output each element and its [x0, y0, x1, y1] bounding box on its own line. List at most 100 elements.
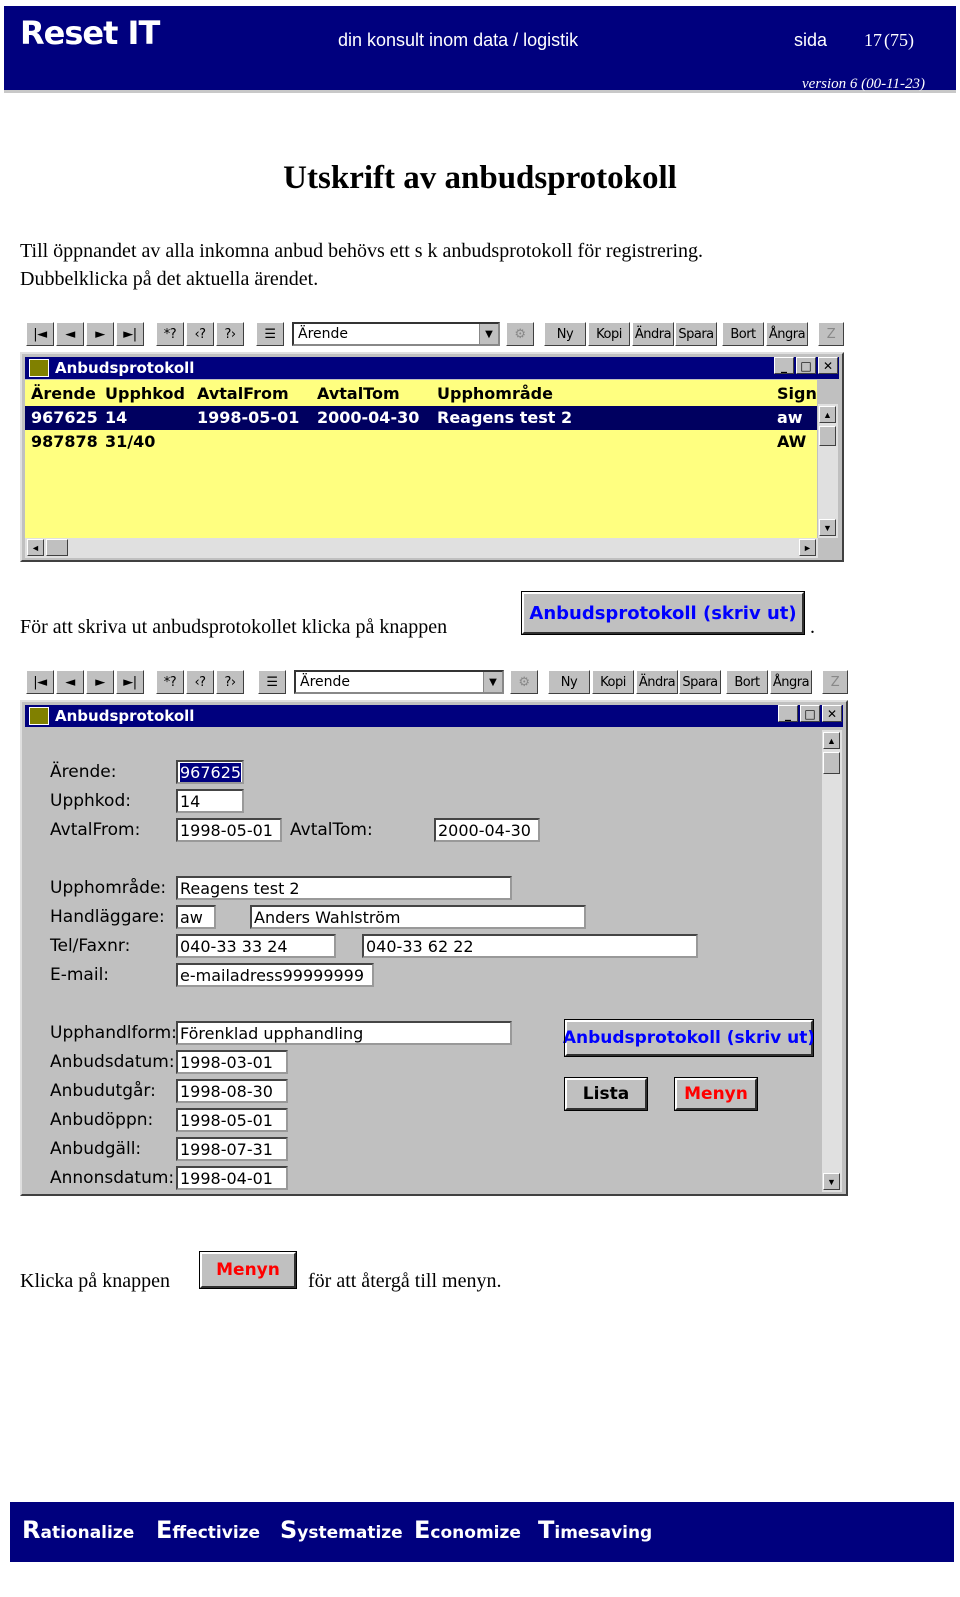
query-prev-button[interactable]: ‹?	[186, 322, 214, 346]
maximize-icon[interactable]: □	[800, 705, 820, 722]
bottom-text-after: för att återgå till menyn.	[308, 1270, 502, 1292]
col-header[interactable]: Ärende	[31, 384, 96, 403]
tel-field[interactable]: 040-33 33 24	[176, 934, 336, 958]
label-upphkod: Upphkod:	[50, 791, 131, 811]
vertical-scrollbar[interactable]: ▲ ▼	[818, 404, 838, 538]
scroll-thumb[interactable]	[819, 426, 836, 446]
print-protocol-button[interactable]: Anbudsprotokoll (skriv ut)	[563, 1019, 815, 1057]
minimize-icon[interactable]: _	[774, 357, 794, 374]
first-record-button[interactable]: |◄	[26, 322, 54, 346]
vertical-scrollbar[interactable]: ▲ ▼	[822, 730, 842, 1192]
label-anbudgall: Anbudgäll:	[50, 1139, 142, 1159]
annonsdatum-field[interactable]: 1998-04-01	[176, 1166, 288, 1190]
footer-word: Timesaving	[538, 1516, 653, 1544]
maximize-icon[interactable]: □	[796, 357, 816, 374]
copy-button[interactable]: Kopi	[588, 322, 630, 346]
close-icon[interactable]: ✕	[818, 357, 838, 374]
avtalfrom-field[interactable]: 1998-05-01	[176, 818, 282, 842]
print-protocol-button[interactable]: Anbudsprotokoll (skriv ut)	[521, 591, 805, 635]
list-view-icon[interactable]: ☰	[258, 670, 286, 694]
handlaggare-name-field[interactable]: Anders Wahlström	[250, 905, 586, 929]
label-upphandlform: Upphandlform:	[50, 1023, 177, 1043]
fax-field[interactable]: 040-33 62 22	[362, 934, 698, 958]
upphkod-field[interactable]: 14	[176, 789, 244, 813]
scroll-right-icon[interactable]: ►	[799, 539, 816, 556]
chevron-down-icon[interactable]: ▼	[483, 672, 502, 692]
z-button[interactable]: Z	[818, 322, 844, 346]
label-avtalfrom: AvtalFrom:	[50, 820, 141, 840]
next-record-button[interactable]: ►	[86, 322, 114, 346]
query-prev-button[interactable]: ‹?	[186, 670, 214, 694]
anbudsdatum-field[interactable]: 1998-03-01	[176, 1050, 288, 1074]
last-record-button[interactable]: ►|	[116, 322, 144, 346]
intro-line-1: Till öppnandet av alla inkomna anbud beh…	[20, 240, 704, 262]
save-button[interactable]: Spara	[675, 322, 717, 346]
arende-field[interactable]: 967625	[176, 760, 244, 784]
edit-button[interactable]: Ändra	[632, 322, 674, 346]
new-button[interactable]: Ny	[548, 670, 590, 694]
gear-icon[interactable]: ⚙	[510, 670, 538, 694]
chevron-down-icon[interactable]: ▼	[479, 324, 498, 344]
record-list[interactable]: Ärende Upphkod AvtalFrom AvtalTom Upphom…	[25, 380, 817, 538]
query-next-button[interactable]: ?›	[216, 322, 244, 346]
table-row[interactable]: 987878 31/40 AW	[25, 430, 817, 454]
new-button[interactable]: Ny	[544, 322, 586, 346]
col-header[interactable]: AvtalFrom	[197, 384, 289, 403]
col-header[interactable]: Sign	[777, 384, 817, 403]
table-combo[interactable]: Ärende ▼	[294, 670, 504, 694]
first-record-button[interactable]: |◄	[26, 670, 54, 694]
page-total: (75)	[884, 30, 914, 50]
z-button[interactable]: Z	[822, 670, 848, 694]
undo-button[interactable]: Ångra	[770, 670, 812, 694]
next-record-button[interactable]: ►	[86, 670, 114, 694]
delete-button[interactable]: Bort	[726, 670, 768, 694]
col-header[interactable]: Upphområde	[437, 384, 553, 403]
anbudoppn-field[interactable]: 1998-05-01	[176, 1108, 288, 1132]
tagline: din konsult inom data / logistik	[338, 30, 579, 50]
scroll-up-icon[interactable]: ▲	[819, 406, 836, 423]
undo-button[interactable]: Ångra	[766, 322, 808, 346]
upphandlform-field[interactable]: Förenklad upphandling	[176, 1021, 512, 1045]
list-view-icon[interactable]: ☰	[256, 322, 284, 346]
col-header[interactable]: Upphkod	[105, 384, 185, 403]
anbudgall-field[interactable]: 1998-07-31	[176, 1137, 288, 1161]
instruction-period: .	[810, 616, 815, 638]
table-combo[interactable]: Ärende ▼	[292, 322, 500, 346]
avtaltom-field[interactable]: 2000-04-30	[434, 818, 540, 842]
horizontal-scrollbar[interactable]: ◄ ►	[25, 538, 818, 558]
lista-button[interactable]: Lista	[564, 1077, 648, 1111]
save-button[interactable]: Spara	[679, 670, 721, 694]
minimize-icon[interactable]: _	[778, 705, 798, 722]
instruction-text: För att skriva ut anbudsprotokollet klic…	[20, 616, 448, 638]
col-header[interactable]: AvtalTom	[317, 384, 400, 403]
menyn-button[interactable]: Menyn	[199, 1251, 297, 1289]
delete-button[interactable]: Bort	[722, 322, 764, 346]
prev-record-button[interactable]: ◄	[56, 670, 84, 694]
anbudutgar-field[interactable]: 1998-08-30	[176, 1079, 288, 1103]
scroll-down-icon[interactable]: ▼	[823, 1173, 840, 1190]
scroll-left-icon[interactable]: ◄	[27, 539, 44, 556]
scroll-down-icon[interactable]: ▼	[819, 519, 836, 536]
footer-word: Economize	[414, 1516, 521, 1544]
close-icon[interactable]: ✕	[822, 705, 842, 722]
bottom-text-before: Klicka på knappen	[20, 1270, 170, 1292]
gear-icon[interactable]: ⚙	[506, 322, 534, 346]
menyn-button[interactable]: Menyn	[674, 1077, 758, 1111]
query-all-button[interactable]: *?	[156, 322, 184, 346]
table-row[interactable]: 967625 14 1998-05-01 2000-04-30 Reagens …	[25, 406, 817, 430]
label-anbudsdatum: Anbudsdatum:	[50, 1052, 175, 1072]
scroll-thumb[interactable]	[46, 539, 68, 556]
scroll-thumb[interactable]	[823, 752, 840, 774]
edit-button[interactable]: Ändra	[636, 670, 678, 694]
query-next-button[interactable]: ?›	[216, 670, 244, 694]
email-field[interactable]: e-mailadress99999999	[176, 963, 374, 987]
prev-record-button[interactable]: ◄	[56, 322, 84, 346]
query-all-button[interactable]: *?	[156, 670, 184, 694]
upphomrade-field[interactable]: Reagens test 2	[176, 876, 512, 900]
handlaggare-sign-field[interactable]: aw	[176, 905, 216, 929]
last-record-button[interactable]: ►|	[116, 670, 144, 694]
label-upphomrade: Upphområde:	[50, 878, 167, 898]
list-window: Anbudsprotokoll _ □ ✕ Ärende Upphkod Avt…	[20, 352, 844, 562]
copy-button[interactable]: Kopi	[592, 670, 634, 694]
scroll-up-icon[interactable]: ▲	[823, 732, 840, 749]
